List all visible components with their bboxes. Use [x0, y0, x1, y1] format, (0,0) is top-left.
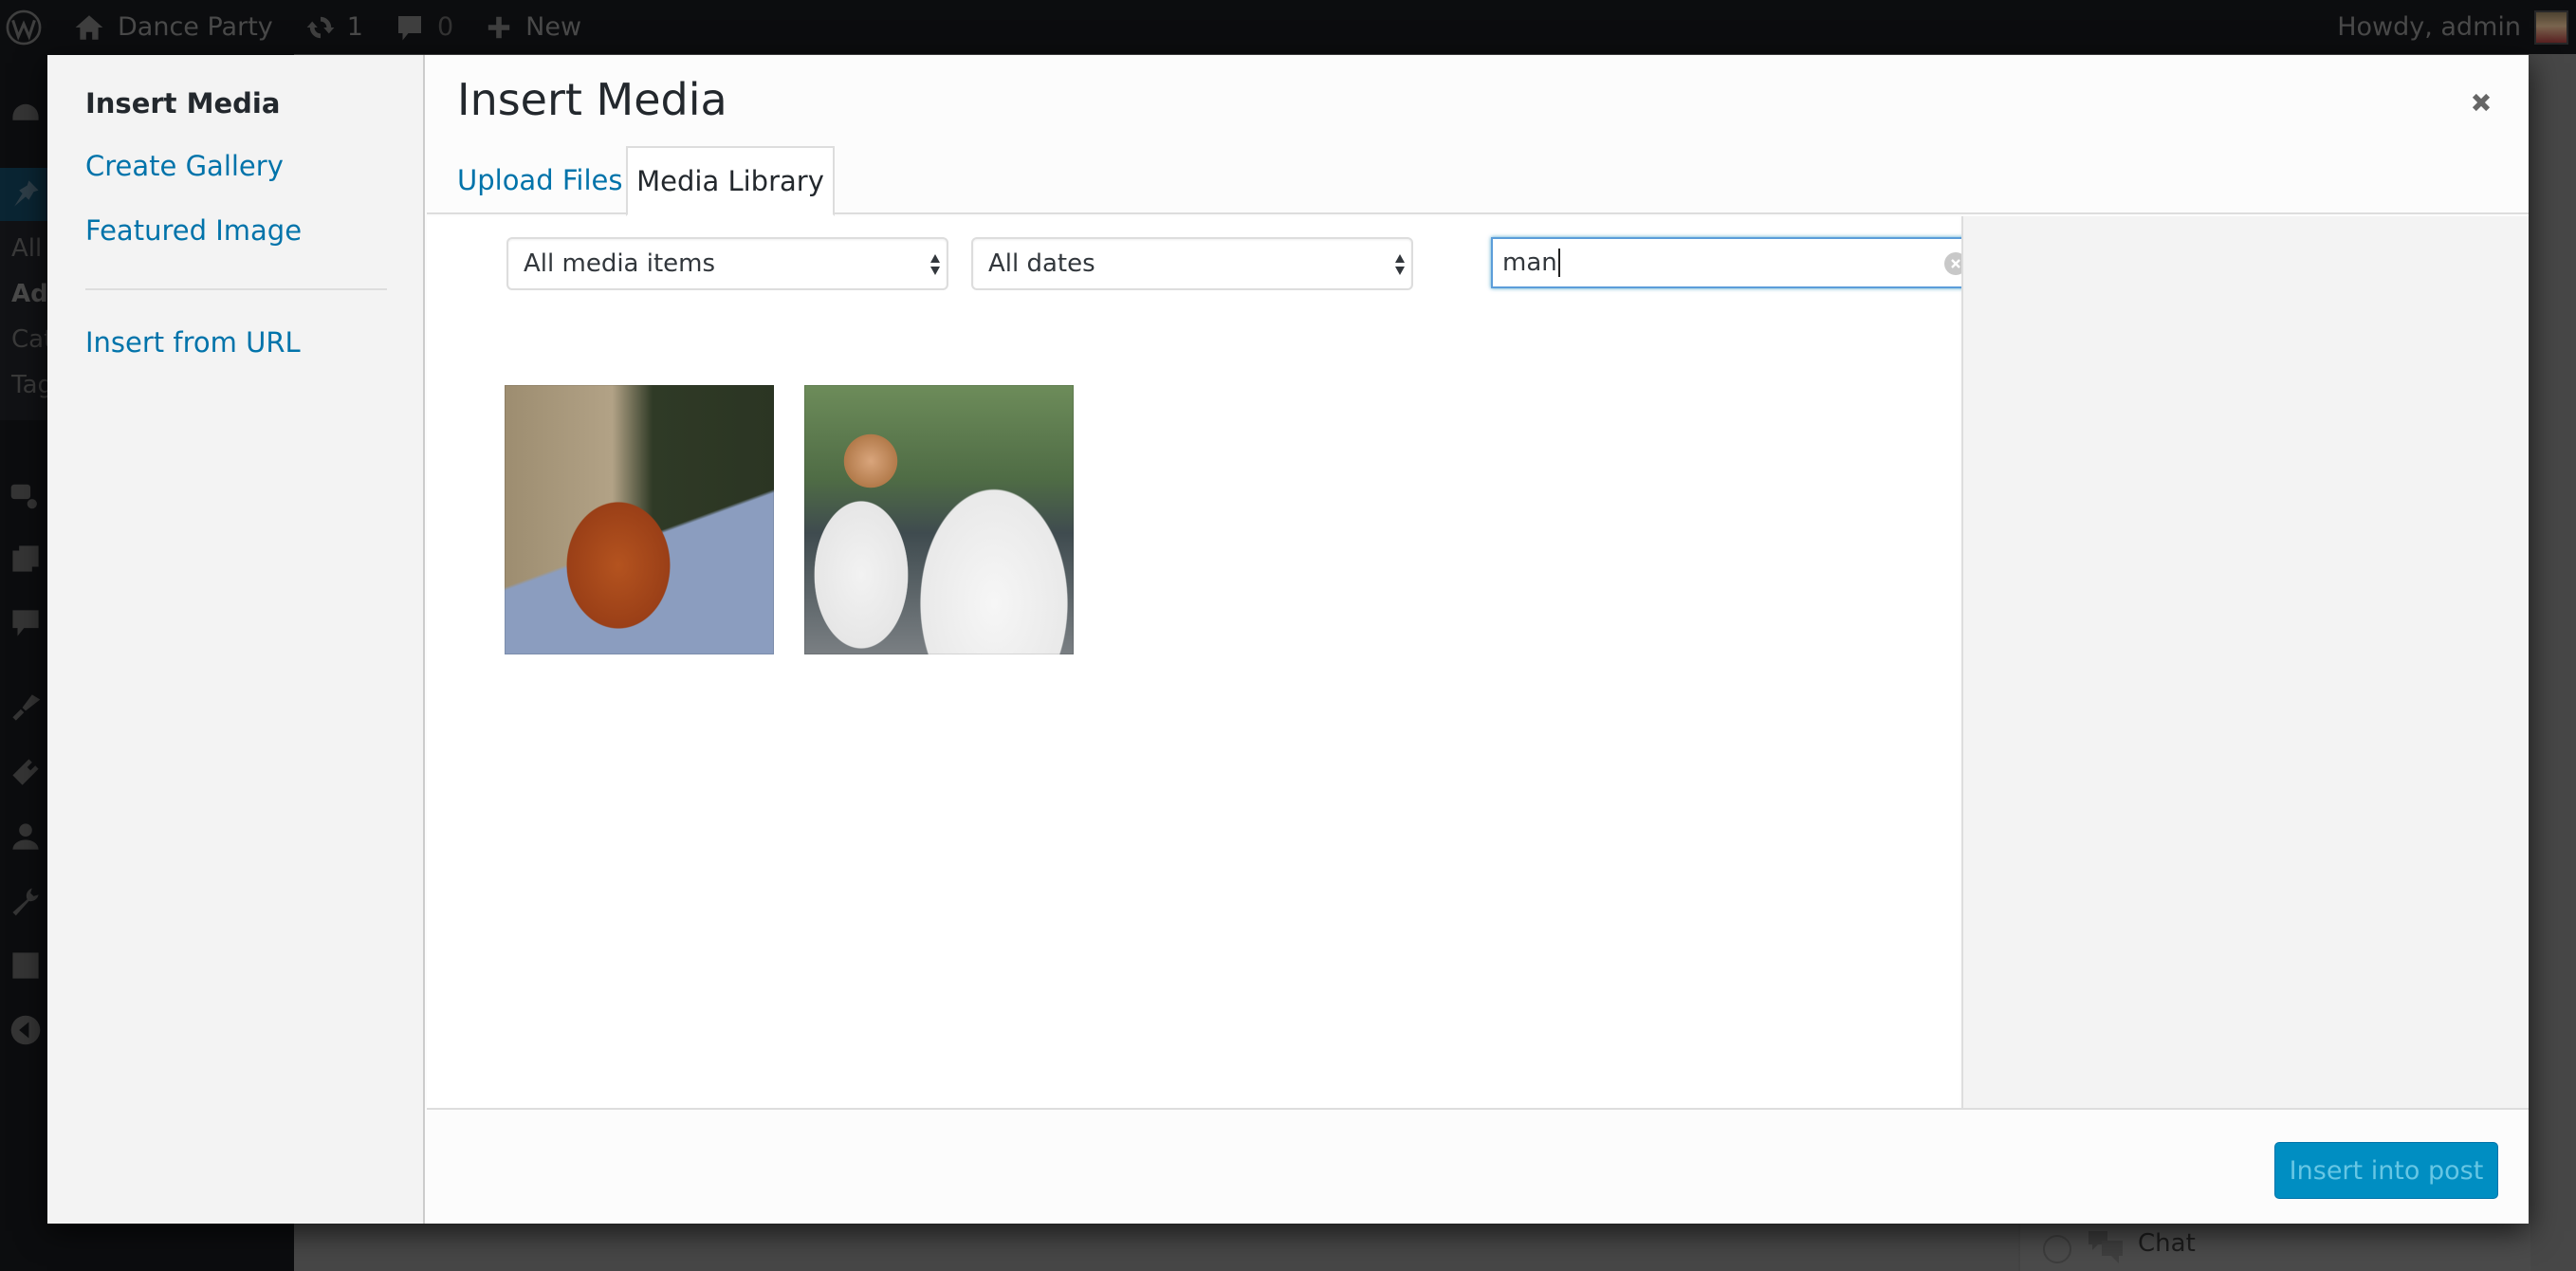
- clear-icon: [1951, 259, 1960, 268]
- comment-icon: [397, 15, 421, 40]
- avatar: [2534, 9, 2568, 45]
- attachment-thumbnail[interactable]: [804, 385, 1074, 654]
- menu-featured-image[interactable]: Featured Image: [85, 214, 302, 247]
- search-media-input[interactable]: man: [1491, 237, 1978, 288]
- menu-separator: [85, 288, 387, 290]
- close-button[interactable]: [2434, 55, 2529, 150]
- menu-insert-from-url[interactable]: Insert from URL: [85, 326, 301, 359]
- media-icon[interactable]: [9, 478, 42, 510]
- modal-title: Insert Media: [457, 74, 727, 125]
- greeting: Howdy, admin: [2337, 12, 2521, 42]
- appearance-icon[interactable]: [9, 691, 42, 724]
- new-label: New: [525, 12, 582, 42]
- attachment-thumbnail[interactable]: [505, 385, 774, 654]
- close-icon: [2472, 93, 2491, 112]
- comments-icon[interactable]: [9, 607, 42, 639]
- media-type-filter-value: All media items: [524, 249, 716, 278]
- submenu-item[interactable]: All: [11, 234, 42, 263]
- media-menu: Insert Media Create Gallery Featured Ima…: [47, 55, 425, 1224]
- settings-icon[interactable]: [9, 949, 42, 982]
- home-icon: [75, 14, 103, 40]
- media-type-filter[interactable]: All media items: [506, 237, 948, 290]
- media-modal: Insert Media Create Gallery Featured Ima…: [47, 55, 2529, 1224]
- pin-icon: [9, 177, 42, 210]
- comments-count: 0: [436, 12, 454, 42]
- media-router-tabs: Upload Files Media Library: [427, 146, 2529, 216]
- updates-link[interactable]: 1: [305, 12, 363, 43]
- tab-upload-files[interactable]: Upload Files: [438, 146, 641, 214]
- my-account-menu[interactable]: Howdy, admin: [2337, 0, 2568, 54]
- site-name-link[interactable]: Dance Party: [74, 12, 273, 43]
- updates-icon: [306, 16, 335, 38]
- search-value: man: [1502, 249, 1557, 277]
- tab-media-library[interactable]: Media Library: [626, 146, 835, 216]
- menu-create-gallery[interactable]: Create Gallery: [85, 150, 284, 182]
- select-arrows-icon: [930, 254, 940, 275]
- comments-link[interactable]: 0: [396, 12, 453, 43]
- pages-icon[interactable]: [9, 543, 42, 575]
- users-icon[interactable]: [9, 820, 42, 853]
- site-name: Dance Party: [118, 12, 273, 42]
- attachment-details-sidebar: [1961, 216, 2529, 1108]
- insert-into-post-button[interactable]: Insert into post: [2274, 1142, 2498, 1199]
- admin-bar: Dance Party 1 0 New Howdy, admin: [0, 0, 2576, 54]
- updates-count: 1: [346, 12, 363, 42]
- post-format-chat-label: Chat: [2138, 1229, 2196, 1258]
- dashboard-icon[interactable]: [9, 98, 42, 130]
- media-toolbar: Insert into post: [427, 1108, 2529, 1224]
- menu-insert-media[interactable]: Insert Media: [85, 87, 280, 120]
- date-filter-value: All dates: [988, 249, 1095, 278]
- tools-icon[interactable]: [9, 885, 42, 917]
- plugins-icon[interactable]: [9, 756, 42, 788]
- select-arrows-icon: [1395, 254, 1405, 275]
- text-cursor: [1557, 249, 1560, 277]
- new-content-link[interactable]: New: [486, 12, 581, 42]
- wordpress-logo-icon[interactable]: [6, 9, 42, 46]
- collapse-menu-icon[interactable]: [9, 1014, 42, 1046]
- chat-icon: [2088, 1231, 2123, 1263]
- attachments-browser: All media items All dates man: [427, 216, 1978, 1108]
- post-format-radio[interactable]: [2043, 1235, 2071, 1263]
- plus-icon: [488, 16, 510, 38]
- date-filter[interactable]: All dates: [971, 237, 1413, 290]
